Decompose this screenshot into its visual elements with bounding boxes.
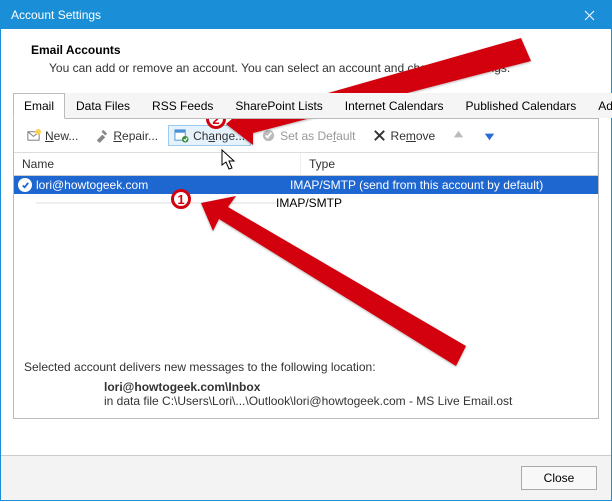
account-type: IMAP/SMTP <box>276 196 594 210</box>
close-button[interactable]: Close <box>521 466 597 490</box>
tab-published-calendars[interactable]: Published Calendars <box>455 93 588 118</box>
window-title: Account Settings <box>11 8 567 22</box>
tab-email[interactable]: Email <box>13 93 65 119</box>
toolbar-remove-button[interactable]: Remove <box>366 125 442 146</box>
dialog-header: Email Accounts You can add or remove an … <box>1 29 611 85</box>
header-subtext: You can add or remove an account. You ca… <box>49 61 591 75</box>
default-account-icon <box>18 178 32 192</box>
delivery-intro: Selected account delivers new messages t… <box>24 360 588 374</box>
toolbar: New... Repair... Change... Set as Defaul… <box>14 119 598 153</box>
tab-sharepoint-lists[interactable]: SharePoint Lists <box>224 93 333 118</box>
tab-strip: Email Data Files RSS Feeds SharePoint Li… <box>13 93 599 119</box>
remove-icon <box>372 128 387 143</box>
account-settings-dialog: Account Settings Email Accounts You can … <box>0 0 612 501</box>
account-row[interactable]: IMAP/SMTP <box>14 194 598 212</box>
toolbar-change-button[interactable]: Change... <box>168 125 251 146</box>
arrow-down-icon <box>482 128 497 143</box>
tab-body: New... Repair... Change... Set as Defaul… <box>13 119 599 419</box>
default-icon <box>261 128 276 143</box>
tab-container: Email Data Files RSS Feeds SharePoint Li… <box>13 93 599 455</box>
column-name[interactable]: Name <box>14 153 301 175</box>
close-window-button[interactable] <box>567 1 611 29</box>
dialog-button-bar: Close <box>1 455 611 500</box>
toolbar-repair-button[interactable]: Repair... <box>88 125 164 146</box>
tab-address-books[interactable]: Address Books <box>587 93 612 118</box>
column-type[interactable]: Type <box>301 153 598 175</box>
delivery-datafile: in data file C:\Users\Lori\...\Outlook\l… <box>104 394 588 408</box>
arrow-up-icon <box>451 128 466 143</box>
tab-data-files[interactable]: Data Files <box>65 93 141 118</box>
close-icon <box>584 10 595 21</box>
toolbar-move-down-button[interactable] <box>476 125 503 146</box>
change-icon <box>174 128 189 143</box>
delivery-location-info: Selected account delivers new messages t… <box>24 360 588 408</box>
tab-rss-feeds[interactable]: RSS Feeds <box>141 93 224 118</box>
account-row[interactable]: lori@howtogeek.com IMAP/SMTP (send from … <box>14 176 598 194</box>
titlebar: Account Settings <box>1 1 611 29</box>
account-type: IMAP/SMTP (send from this account by def… <box>290 178 594 192</box>
new-icon <box>26 128 41 143</box>
toolbar-new-button[interactable]: New... <box>20 125 84 146</box>
tab-internet-calendars[interactable]: Internet Calendars <box>334 93 455 118</box>
repair-icon <box>94 128 109 143</box>
annotation-step-1: 1 <box>171 189 191 209</box>
cursor-icon <box>221 149 237 171</box>
toolbar-move-up-button <box>445 125 472 146</box>
toolbar-set-default-button: Set as Default <box>255 125 361 146</box>
list-header: Name Type <box>14 153 598 176</box>
delivery-folder: lori@howtogeek.com\Inbox <box>104 380 260 394</box>
account-name: lori@howtogeek.com <box>36 178 290 192</box>
header-heading: Email Accounts <box>31 43 591 57</box>
account-list: lori@howtogeek.com IMAP/SMTP (send from … <box>14 176 598 212</box>
account-name <box>36 202 276 204</box>
